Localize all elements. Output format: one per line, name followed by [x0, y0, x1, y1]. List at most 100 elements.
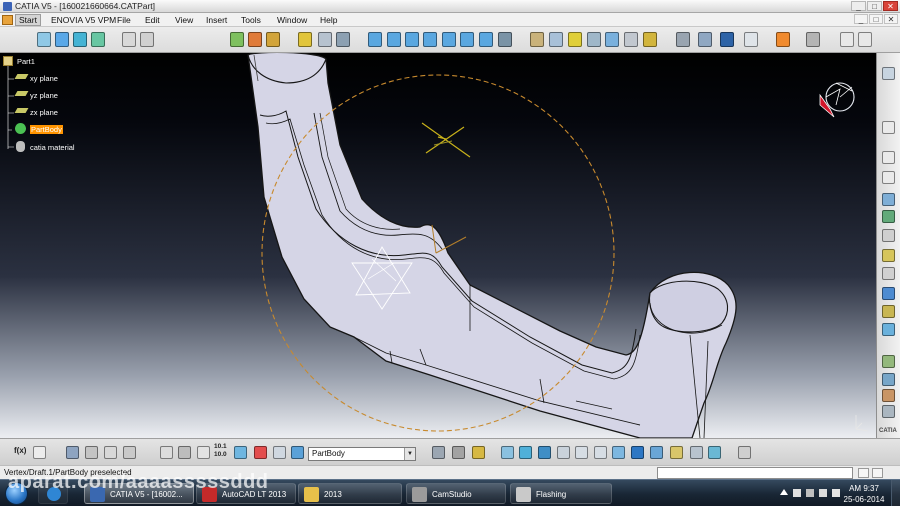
- table-grid-icon[interactable]: [720, 32, 734, 47]
- analysis-icon-2[interactable]: [690, 446, 703, 459]
- hide-show-icon[interactable]: [587, 32, 601, 47]
- pocket-icon[interactable]: [882, 151, 895, 164]
- chevron-down-icon[interactable]: ▼: [404, 448, 415, 460]
- snapshot-icon[interactable]: [806, 32, 820, 47]
- command-input[interactable]: [657, 467, 853, 479]
- close-button[interactable]: ✕: [883, 1, 898, 11]
- stiffener-icon[interactable]: [882, 249, 895, 262]
- fillet-icon[interactable]: [882, 287, 895, 300]
- rib-icon[interactable]: [882, 210, 895, 223]
- doc-restore-button[interactable]: □: [869, 14, 883, 24]
- box-icon[interactable]: [549, 32, 563, 47]
- document-icon[interactable]: [2, 15, 13, 25]
- swap-icon[interactable]: [230, 32, 244, 47]
- copy-icon[interactable]: [254, 446, 267, 459]
- minimize-button[interactable]: _: [851, 1, 866, 11]
- task-flashing[interactable]: Flashing: [510, 483, 612, 504]
- view-bottom-icon[interactable]: [460, 32, 474, 47]
- menu-enovia[interactable]: ENOVIA V5 VPM: [48, 14, 119, 26]
- stop-command-button[interactable]: [858, 468, 869, 478]
- mirror-icon[interactable]: [882, 405, 895, 418]
- menu-edit[interactable]: Edit: [142, 14, 163, 26]
- view-right-icon[interactable]: [423, 32, 437, 47]
- volume-icon[interactable]: [819, 489, 827, 497]
- tree-expand-icon[interactable]: [85, 446, 98, 459]
- axis-icon[interactable]: [624, 32, 638, 47]
- hole-icon[interactable]: [882, 193, 895, 206]
- menu-tools[interactable]: Tools: [238, 14, 264, 26]
- render-icon[interactable]: [498, 32, 512, 47]
- tree-root-part[interactable]: Part1: [17, 57, 35, 66]
- swap-visible-icon[interactable]: [605, 32, 619, 47]
- shading-icon[interactable]: [530, 32, 544, 47]
- tree-item-xy-plane[interactable]: xy plane: [30, 74, 58, 83]
- formula-button[interactable]: f(x): [14, 446, 26, 455]
- zoom-out-icon[interactable]: [594, 446, 607, 459]
- hide-icon[interactable]: [650, 446, 663, 459]
- target-icon[interactable]: [744, 32, 758, 47]
- table-icon[interactable]: [66, 446, 79, 459]
- rotate-view-icon[interactable]: [538, 446, 551, 459]
- 3d-view-icon[interactable]: [631, 446, 644, 459]
- task-folder-2013[interactable]: 2013: [298, 483, 402, 504]
- zoom-in-icon[interactable]: [575, 446, 588, 459]
- menu-insert[interactable]: Insert: [203, 14, 230, 26]
- restore-icon[interactable]: [738, 446, 751, 459]
- shell-icon[interactable]: [882, 355, 895, 368]
- iso-view-icon[interactable]: [612, 446, 625, 459]
- maximize-button[interactable]: □: [867, 1, 882, 11]
- constraint-icon[interactable]: [123, 446, 136, 459]
- view-left-icon[interactable]: [405, 32, 419, 47]
- snap-icon[interactable]: [432, 446, 445, 459]
- part-icon[interactable]: [91, 32, 105, 47]
- cube-views-icon[interactable]: [336, 32, 350, 47]
- tree-item-partbody[interactable]: PartBody: [30, 125, 63, 134]
- fly-icon[interactable]: [472, 446, 485, 459]
- action-center-icon[interactable]: [832, 489, 840, 497]
- tray-expand-icon[interactable]: [780, 489, 788, 495]
- draft-icon[interactable]: [882, 323, 895, 336]
- doc-close-button[interactable]: ✕: [884, 14, 898, 24]
- geometry-viewport[interactable]: Part1 xy plane yz plane zx plane PartBod…: [0, 53, 876, 438]
- swap-space-icon[interactable]: [670, 446, 683, 459]
- sheet-icon[interactable]: [55, 32, 69, 47]
- paint-icon[interactable]: [776, 32, 790, 47]
- select-icon[interactable]: [248, 32, 262, 47]
- compass-icon[interactable]: [698, 32, 712, 47]
- sketch-icon[interactable]: [73, 32, 87, 47]
- show-desktop-button[interactable]: [891, 480, 900, 506]
- apply-icon[interactable]: [298, 32, 312, 47]
- dot-icon[interactable]: [840, 32, 854, 47]
- rotate-icon[interactable]: [160, 446, 173, 459]
- doc-minimize-button[interactable]: _: [854, 14, 868, 24]
- product-icon[interactable]: [37, 32, 51, 47]
- sketcher-icon[interactable]: [882, 67, 895, 80]
- slot-icon[interactable]: [882, 229, 895, 242]
- comment-icon[interactable]: [33, 446, 46, 459]
- view-back-icon[interactable]: [387, 32, 401, 47]
- view-front-icon[interactable]: [368, 32, 382, 47]
- clock-date[interactable]: 25-06-2014: [842, 495, 886, 504]
- task-camstudio[interactable]: CamStudio: [406, 483, 506, 504]
- params-icon[interactable]: [104, 446, 117, 459]
- chamfer-icon[interactable]: [882, 305, 895, 318]
- tree-item-catia-material[interactable]: catia material: [30, 143, 75, 152]
- axis-system-icon[interactable]: [197, 446, 210, 459]
- fit-all-icon[interactable]: [501, 446, 514, 459]
- clock-time[interactable]: AM 9:37: [848, 484, 880, 493]
- new-icon[interactable]: [122, 32, 136, 47]
- normal-view-icon[interactable]: [557, 446, 570, 459]
- menu-window[interactable]: Window: [274, 14, 310, 26]
- menu-file[interactable]: File: [114, 14, 134, 26]
- view-iso-icon[interactable]: [479, 32, 493, 47]
- grid-icon[interactable]: [643, 32, 657, 47]
- thickness-icon[interactable]: [882, 373, 895, 386]
- tree-item-yz-plane[interactable]: yz plane: [30, 91, 58, 100]
- line-icon[interactable]: [858, 32, 872, 47]
- dashboard-icon[interactable]: [291, 446, 304, 459]
- menu-help[interactable]: Help: [317, 14, 340, 26]
- multi-pad-icon[interactable]: [882, 267, 895, 280]
- sphere-icon[interactable]: [318, 32, 332, 47]
- measure-icon[interactable]: [568, 32, 582, 47]
- analysis-icon[interactable]: [676, 32, 690, 47]
